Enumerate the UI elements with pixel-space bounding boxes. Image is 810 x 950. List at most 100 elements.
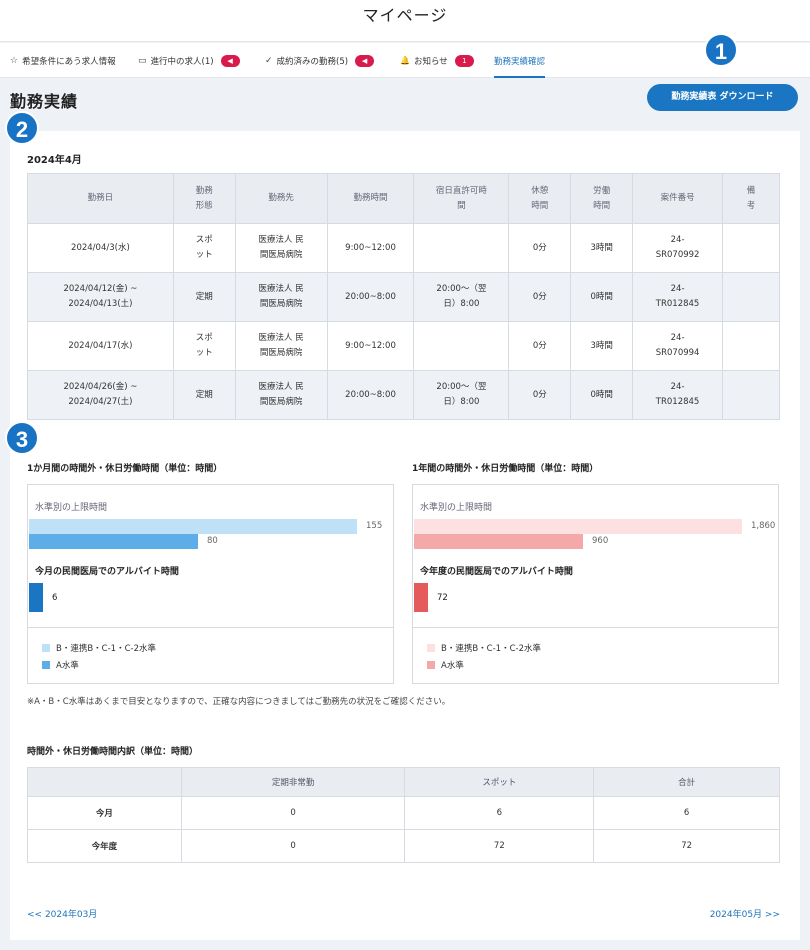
- table-cell: 医療法人 民 間医局病院: [234, 370, 328, 420]
- table-cell: 医療法人 民 間医局病院: [234, 272, 328, 322]
- tab-matching-jobs[interactable]: ☆ 希望条件にあう求人情報: [10, 43, 116, 78]
- step-marker-2: 2: [5, 111, 39, 145]
- table-cell: 0: [180, 796, 406, 830]
- table-cell: 0時間: [570, 370, 634, 420]
- top-header: マイページ: [0, 0, 810, 42]
- bar-bc-level-limit: [414, 519, 742, 534]
- check-icon: ✓: [265, 55, 273, 66]
- column-header: 定期非常勤: [180, 767, 406, 797]
- table-row: 2024/04/17(水) スポ ット 医療法人 民 間医局病院 9:00~12:00…: [27, 321, 780, 371]
- legend-item: A水準: [427, 659, 464, 671]
- star-icon: ☆: [10, 55, 19, 66]
- tab-contracted-work[interactable]: ✓ 成約済みの勤務(5) ◀: [265, 43, 375, 78]
- legend-label: A水準: [441, 661, 464, 671]
- table-cell: 医療法人 民 間医局病院: [234, 223, 328, 273]
- bar-value-label: 155: [366, 521, 383, 531]
- column-header: 合計: [593, 767, 780, 797]
- download-work-record-button[interactable]: 勤務実績表 ダウンロード: [647, 84, 798, 111]
- bar-actual-hours: [29, 583, 43, 612]
- monthly-chart-title: 1か月間の時間外・休日労働時間（単位：時間）: [27, 464, 223, 474]
- table-cell: 20:00~8:00: [326, 370, 415, 420]
- bar-actual-hours: [414, 583, 428, 612]
- actual-hours-label: 今年度の民間医局でのアルバイト時間: [420, 567, 573, 577]
- table-cell: [722, 370, 780, 420]
- table-cell: [722, 321, 780, 371]
- step-marker-3: 3: [5, 421, 39, 455]
- bar-value-label: 1,860: [751, 521, 776, 531]
- table-cell: 0分: [508, 321, 572, 371]
- table-cell: 0分: [508, 272, 572, 322]
- table-cell: 24- SR070994: [632, 321, 724, 371]
- tab-in-progress-jobs[interactable]: ▭ 進行中の求人(1) ◀: [138, 43, 240, 78]
- step-marker-1: 1: [704, 33, 738, 67]
- table-cell: 24- TR012845: [632, 370, 724, 420]
- column-header: 宿日直許可時 間: [413, 173, 510, 224]
- table-cell: 医療法人 民 間医局病院: [234, 321, 328, 371]
- table-cell: 20:00~8:00: [326, 272, 415, 322]
- table-cell: 2024/04/3(水): [27, 223, 174, 273]
- table-cell: 72: [593, 829, 780, 863]
- limit-label: 水準別の上限時間: [420, 503, 493, 513]
- table-cell: 今月: [27, 796, 182, 830]
- message-icon: ▭: [138, 55, 147, 66]
- page-header-title: マイページ: [362, 6, 448, 25]
- legend-item: B・連携B・C-1・C-2水準: [42, 642, 156, 654]
- table-row: 今月 0 6 6: [27, 796, 780, 830]
- column-header: 勤務時間: [326, 173, 415, 224]
- bell-icon: 🔔: [400, 56, 410, 65]
- legend-label: A水準: [56, 661, 79, 671]
- bar-bc-level-limit: [29, 519, 357, 534]
- table-cell: [413, 321, 510, 371]
- next-month-link[interactable]: 2024年05月 >>: [710, 907, 780, 920]
- table-cell: 20:00～（翌 日）8:00: [413, 272, 510, 322]
- table-row: 2024/04/3(水) スポ ット 医療法人 民 間医局病院 9:00~12:00 0…: [27, 223, 780, 273]
- actual-hours-label: 今月の民間医局でのアルバイト時間: [35, 567, 179, 577]
- tab-notifications[interactable]: 🔔 お知らせ 1: [400, 43, 474, 78]
- yearly-overtime-chart: 水準別の上限時間 1,860 960 今年度の民間医局でのアルバイト時間 72 …: [412, 484, 779, 684]
- notification-badge: ◀: [355, 54, 375, 67]
- table-cell: 3時間: [570, 223, 634, 273]
- breakdown-title: 時間外・休日労働時間内訳（単位：時間）: [27, 747, 199, 757]
- column-header: スポット: [404, 767, 595, 797]
- tab-label: 進行中の求人(1): [150, 56, 214, 67]
- prev-month-link[interactable]: << 2024年03月: [27, 907, 97, 920]
- legend-label: B・連携B・C-1・C-2水準: [56, 644, 156, 654]
- table-cell: 0分: [508, 370, 572, 420]
- column-header: 勤務 形態: [172, 173, 236, 224]
- legend-swatch: [42, 644, 50, 652]
- table-cell: 2024/04/26(金) ~ 2024/04/27(土): [27, 370, 174, 420]
- yearly-chart-title: 1年間の時間外・休日労働時間（単位：時間）: [412, 464, 599, 474]
- tab-work-record[interactable]: 勤務実績確認: [494, 43, 546, 78]
- column-header: 勤務先: [234, 173, 328, 224]
- limit-label: 水準別の上限時間: [35, 503, 108, 513]
- tab-label: 成約済みの勤務(5): [276, 56, 349, 67]
- table-cell: 0: [180, 829, 406, 863]
- overtime-breakdown-table: 定期非常勤 スポット 合計 今月 0 6 6 今年度 0 72 72: [27, 767, 780, 863]
- legend-divider: [413, 627, 778, 628]
- legend-swatch: [42, 661, 50, 669]
- column-header: 労働 時間: [570, 173, 634, 224]
- table-cell: 24- SR070992: [632, 223, 724, 273]
- table-row: 2024/04/12(金) ~ 2024/04/13(土) 定期 医療法人 民 間医…: [27, 272, 780, 322]
- notification-badge: 1: [454, 54, 474, 67]
- legend-item: B・連携B・C-1・C-2水準: [427, 642, 541, 654]
- column-header: 備 考: [722, 173, 780, 224]
- tab-label: 勤務実績確認: [494, 56, 546, 67]
- table-header-row: 定期非常勤 スポット 合計: [27, 767, 780, 797]
- table-cell: [722, 272, 780, 322]
- tab-bar: ☆ 希望条件にあう求人情報 ▭ 進行中の求人(1) ◀ ✓ 成約済みの勤務(5)…: [0, 43, 810, 78]
- table-cell: 今年度: [27, 829, 182, 863]
- table-cell: 2024/04/12(金) ~ 2024/04/13(土): [27, 272, 174, 322]
- table-cell: 20:00～（翌 日）8:00: [413, 370, 510, 420]
- table-cell: [413, 223, 510, 273]
- bar-a-level-limit: [29, 534, 198, 549]
- page-title: 勤務実績: [10, 92, 79, 111]
- table-cell: 0時間: [570, 272, 634, 322]
- column-header: 案件番号: [632, 173, 724, 224]
- work-record-table: 勤務日 勤務 形態 勤務先 勤務時間 宿日直許可時 間 休憩 時間 労働 時間 …: [27, 173, 780, 420]
- table-cell: 定期: [172, 272, 236, 322]
- table-cell: 72: [404, 829, 595, 863]
- legend-item: A水準: [42, 659, 79, 671]
- legend-swatch: [427, 661, 435, 669]
- table-header-row: 勤務日 勤務 形態 勤務先 勤務時間 宿日直許可時 間 休憩 時間 労働 時間 …: [27, 173, 780, 224]
